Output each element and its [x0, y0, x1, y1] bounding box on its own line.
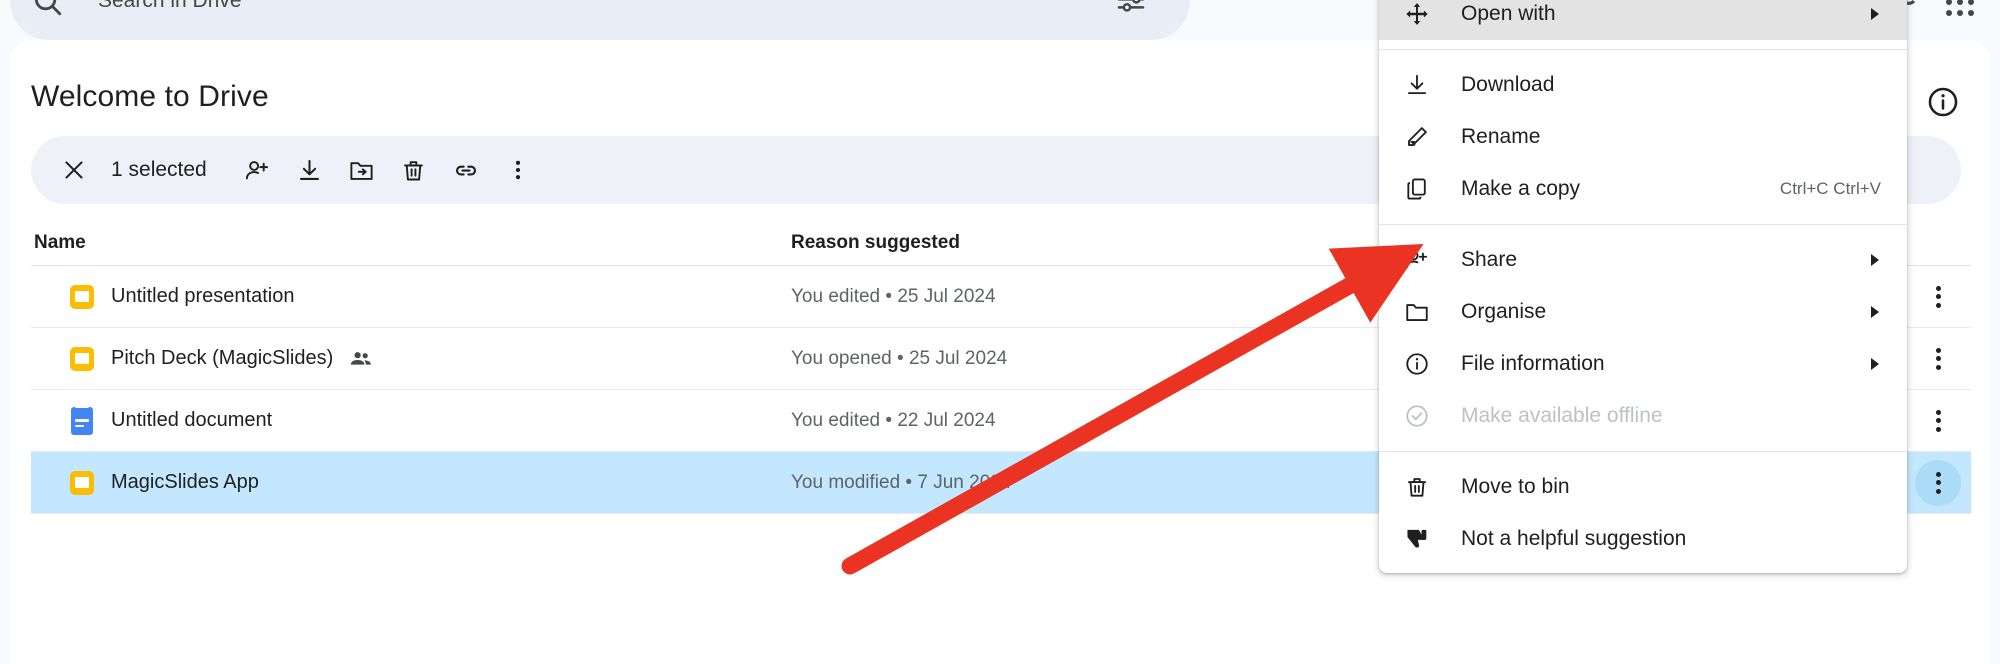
more-actions-button[interactable]: [495, 147, 541, 193]
copy-icon: [1403, 175, 1431, 203]
search-icon: [30, 0, 64, 18]
menu-item-label: Not a helpful suggestion: [1461, 527, 1687, 550]
menu-item-label: Move to bin: [1461, 475, 1570, 498]
slides-file-icon: [69, 282, 95, 312]
column-header-name[interactable]: Name: [31, 232, 791, 254]
pencil-icon: [1403, 123, 1431, 151]
person-add-icon: [1403, 246, 1431, 274]
row-more-button[interactable]: [1915, 459, 1961, 506]
file-name: Pitch Deck (MagicSlides): [111, 347, 334, 369]
menu-item-not-a-helpful-suggestion[interactable]: Not a helpful suggestion: [1379, 513, 1907, 565]
trash-icon: [1403, 473, 1431, 501]
menu-item-shortcut: Ctrl+C Ctrl+V: [1779, 179, 1881, 198]
file-name: Untitled presentation: [111, 285, 295, 307]
slides-file-icon: [69, 468, 95, 498]
download-button[interactable]: [287, 147, 333, 193]
context-menu: Open with Download Rename Make a copy Ct…: [1379, 0, 1907, 573]
thumb-down-icon: [1403, 525, 1431, 553]
row-more-button[interactable]: [1915, 274, 1961, 320]
download-icon: [1403, 71, 1431, 99]
menu-item-download[interactable]: Download: [1379, 59, 1907, 111]
menu-item-open-with[interactable]: Open with: [1379, 0, 1907, 40]
move-to-folder-button[interactable]: [339, 147, 385, 193]
docs-file-icon: [69, 405, 95, 436]
info-icon: [1403, 350, 1431, 378]
menu-item-label: Rename: [1461, 125, 1541, 148]
file-name-cell[interactable]: MagicSlides App: [31, 468, 791, 498]
chevron-right-icon: [1871, 8, 1879, 20]
chevron-right-icon: [1871, 254, 1879, 266]
file-name-cell[interactable]: Untitled presentation: [31, 282, 791, 312]
menu-item-file-information[interactable]: File information: [1379, 338, 1907, 390]
delete-button[interactable]: [391, 147, 437, 193]
file-name-cell[interactable]: Pitch Deck (MagicSlides): [31, 344, 791, 374]
file-name: Untitled document: [111, 409, 273, 431]
move-arrows-icon: [1403, 0, 1431, 28]
clear-selection-button[interactable]: [51, 147, 97, 193]
row-more-button[interactable]: [1915, 398, 1961, 444]
menu-separator: [1379, 451, 1907, 452]
menu-item-label: Organise: [1461, 300, 1547, 323]
folder-icon: [1403, 298, 1431, 326]
apps-grid-icon[interactable]: [1946, 0, 1976, 18]
menu-item-label: Make a copy: [1461, 177, 1581, 200]
get-link-button[interactable]: [443, 147, 489, 193]
menu-item-label: Open with: [1461, 2, 1556, 25]
tune-icon[interactable]: [1115, 0, 1147, 14]
chevron-right-icon: [1871, 306, 1879, 318]
menu-separator: [1379, 224, 1907, 225]
menu-item-move-to-bin[interactable]: Move to bin: [1379, 461, 1907, 513]
selection-count-label: 1 selected: [111, 158, 207, 181]
drive-app-window: Search in Drive ⟳ Welcome to Drive: [0, 0, 2000, 664]
menu-item-share[interactable]: Share: [1379, 234, 1907, 286]
offline-check-icon: [1403, 402, 1431, 430]
menu-item-organise[interactable]: Organise: [1379, 286, 1907, 338]
info-icon[interactable]: [1926, 85, 1960, 119]
menu-item-label: Make available offline: [1461, 404, 1663, 427]
search-input-placeholder[interactable]: Search in Drive: [98, 0, 242, 21]
menu-item-rename[interactable]: Rename: [1379, 111, 1907, 163]
menu-item-make-available-offline: Make available offline: [1379, 390, 1907, 442]
menu-item-make-a-copy[interactable]: Make a copy Ctrl+C Ctrl+V: [1379, 163, 1907, 215]
slides-file-icon: [69, 344, 95, 374]
menu-separator: [1379, 49, 1907, 50]
page-title: Welcome to Drive: [31, 80, 269, 113]
share-button[interactable]: [235, 147, 281, 193]
menu-item-label: Download: [1461, 73, 1555, 96]
file-name-cell[interactable]: Untitled document: [31, 405, 791, 436]
chevron-right-icon: [1871, 358, 1879, 370]
menu-item-label: Share: [1461, 248, 1518, 271]
file-name: MagicSlides App: [111, 471, 259, 493]
row-more-button[interactable]: [1915, 336, 1961, 382]
menu-item-label: File information: [1461, 352, 1605, 375]
shared-people-icon: [349, 347, 373, 371]
